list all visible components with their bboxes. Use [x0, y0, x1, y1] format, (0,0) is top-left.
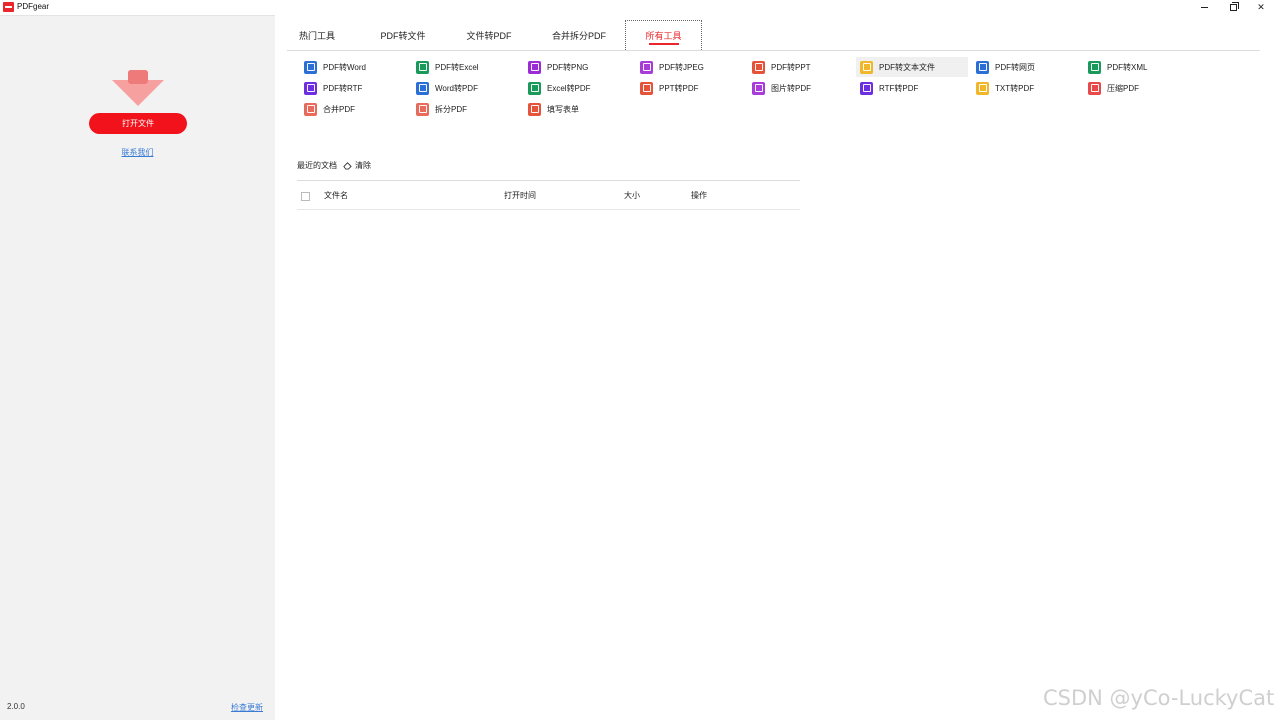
tool-item[interactable]: 压缩PDF [1084, 78, 1188, 98]
clear-recent-button[interactable]: 清除 [343, 160, 371, 171]
minimize-icon [1200, 7, 1208, 8]
tool-label: 拆分PDF [435, 104, 467, 114]
ppt-to-pdf-icon [640, 81, 653, 95]
column-size[interactable]: 大小 [624, 190, 640, 201]
recent-documents-title: 最近的文档 [297, 161, 337, 170]
tab-label: 热门工具 [298, 30, 335, 41]
tool-item[interactable]: PDF转PPT [748, 57, 852, 77]
tool-item[interactable]: RTF转PDF [856, 78, 960, 98]
tool-label: PDF转RTF [323, 83, 363, 93]
tab-merge-split-pdf[interactable]: 合并拆分PDF [541, 20, 617, 50]
tool-label: 填写表单 [547, 104, 579, 114]
tool-label: PDF转XML [1107, 62, 1148, 72]
tool-item[interactable]: Word转PDF [412, 78, 516, 98]
main-panel: 热门工具 PDF转文件 文件转PDF 合并拆分PDF 所有工具 PDF转Word… [275, 15, 1280, 720]
tool-item[interactable]: PPT转PDF [636, 78, 740, 98]
pdf-to-word-icon [304, 60, 317, 74]
tool-label: TXT转PDF [995, 83, 1035, 93]
tool-label: 图片转PDF [771, 83, 811, 93]
tool-item[interactable]: PDF转JPEG [636, 57, 740, 77]
column-action: 操作 [691, 191, 707, 200]
tab-label: 所有工具 [645, 31, 682, 41]
compress-pdf-icon [1088, 81, 1101, 95]
maximize-icon [1229, 2, 1239, 11]
tool-label: PDF转Excel [435, 62, 479, 72]
pdfgear-logo-icon [3, 2, 14, 12]
image-to-pdf-icon [752, 81, 765, 95]
contact-us-link[interactable]: 联系我们 [0, 147, 275, 158]
tab-label: 合并拆分PDF [551, 30, 606, 41]
rtf-to-pdf-icon [860, 81, 873, 95]
tool-label: Word转PDF [435, 83, 478, 93]
tool-item[interactable]: PDF转XML [1084, 57, 1188, 77]
version-label: 2.0.0 [7, 702, 25, 711]
tool-item[interactable]: PDF转Excel [412, 57, 516, 77]
pdf-to-rtf-icon [304, 81, 317, 95]
tool-item[interactable]: PDF转文本文件 [856, 57, 968, 77]
pdf-to-text-icon [860, 60, 873, 74]
tool-label: Excel转PDF [547, 83, 591, 93]
excel-to-pdf-icon [528, 81, 541, 95]
tool-label: PPT转PDF [659, 83, 699, 93]
sidebar: 打开文件 联系我们 2.0.0 检查更新 [0, 15, 275, 720]
open-file-button[interactable]: 打开文件 [89, 113, 187, 134]
tool-label: PDF转PPT [771, 62, 811, 72]
pdf-to-excel-icon [416, 60, 429, 74]
title-bar: PDFgear ✕ [0, 0, 1280, 15]
tool-item[interactable]: 图片转PDF [748, 78, 852, 98]
app-title: PDFgear [17, 2, 50, 11]
divider [297, 180, 800, 181]
tool-item[interactable]: PDF转Word [300, 57, 404, 77]
tab-file-to-pdf[interactable]: 文件转PDF [455, 20, 523, 50]
tool-label: 压缩PDF [1107, 83, 1139, 93]
pdf-to-xml-icon [1088, 60, 1101, 74]
close-button[interactable]: ✕ [1243, 0, 1279, 15]
tool-item[interactable]: PDF转PNG [524, 57, 628, 77]
column-open-time[interactable]: 打开时间 [504, 190, 536, 201]
pdf-to-ppt-icon [752, 60, 765, 74]
tab-bar: 热门工具 PDF转文件 文件转PDF 合并拆分PDF 所有工具 [287, 20, 1260, 51]
recent-table-header: 文件名 打开时间 大小 操作 [297, 186, 800, 210]
tool-label: PDF转文本文件 [879, 62, 935, 72]
tool-label: RTF转PDF [879, 83, 919, 93]
pdf-to-png-icon [528, 60, 541, 74]
close-icon: ✕ [1257, 2, 1265, 12]
tool-label: PDF转网页 [995, 62, 1035, 72]
tool-item[interactable]: TXT转PDF [972, 78, 1076, 98]
tool-label: PDF转Word [323, 62, 366, 72]
tool-item[interactable]: Excel转PDF [524, 78, 628, 98]
fill-form-icon [528, 102, 541, 116]
tool-label: 合并PDF [323, 104, 355, 114]
tool-item[interactable]: 填写表单 [524, 99, 628, 119]
tool-label: PDF转PNG [547, 62, 589, 72]
tool-item[interactable]: 合并PDF [300, 99, 404, 119]
tab-label: PDF转文件 [380, 30, 426, 41]
eraser-icon [343, 162, 352, 170]
tool-item[interactable]: PDF转RTF [300, 78, 404, 98]
pdf-to-jpeg-icon [640, 60, 653, 74]
tool-item[interactable]: 拆分PDF [412, 99, 516, 119]
tab-pdf-to-file[interactable]: PDF转文件 [369, 20, 437, 50]
tab-label: 文件转PDF [466, 30, 512, 41]
pdf-to-html-icon [976, 60, 989, 74]
recent-documents-header: 最近的文档 清除 [297, 160, 371, 171]
word-to-pdf-icon [416, 81, 429, 95]
select-all-checkbox[interactable] [301, 192, 310, 201]
merge-pdf-icon [304, 102, 317, 116]
tool-item[interactable]: PDF转网页 [972, 57, 1076, 77]
check-update-link[interactable]: 检查更新 [231, 702, 263, 713]
active-tab-indicator [648, 43, 679, 45]
tool-label: PDF转JPEG [659, 62, 704, 72]
txt-to-pdf-icon [976, 81, 989, 95]
watermark: CSDN @yCo-LuckyCat [1043, 686, 1275, 710]
split-pdf-icon [416, 102, 429, 116]
clear-label: 清除 [355, 161, 371, 170]
column-filename[interactable]: 文件名 [324, 190, 348, 201]
tab-all-tools[interactable]: 所有工具 [625, 20, 702, 50]
tab-popular-tools[interactable]: 热门工具 [287, 20, 347, 50]
